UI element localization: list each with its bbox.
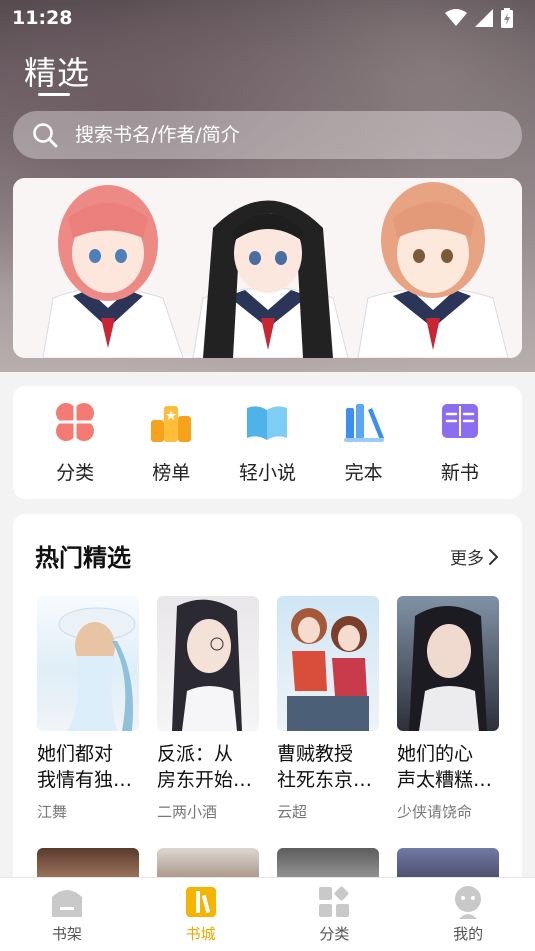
completed-icon (343, 404, 384, 442)
quick-nav-label: 新书 (440, 462, 479, 484)
more-link[interactable]: 更多 (450, 544, 500, 569)
book-title: 她们的心 声太糟糕… (397, 743, 493, 791)
page-title: 精选 (24, 54, 91, 92)
quick-nav-label: 完本 (344, 462, 383, 484)
book-card[interactable]: 她们都对 我情有独… 江舞 (37, 596, 139, 822)
quick-nav-ranking[interactable]: 榜单 (131, 400, 211, 485)
tab-category[interactable]: 分类 (289, 885, 379, 944)
quick-nav-label: 分类 (56, 462, 95, 484)
quick-nav-new-book[interactable]: 新书 (420, 400, 500, 485)
tab-label: 分类 (319, 925, 350, 943)
book-author: 江舞 (37, 803, 68, 821)
book-author: 少侠请饶命 (397, 803, 473, 821)
banner-image[interactable] (13, 178, 522, 358)
tab-profile[interactable]: 我的 (423, 885, 513, 944)
search-input[interactable] (75, 124, 475, 146)
search-bar[interactable] (13, 111, 522, 159)
book-card[interactable]: 反派：从 房东开始… 二两小酒 (157, 596, 259, 822)
bookstore-icon (185, 887, 216, 917)
tab-label: 书架 (51, 925, 82, 943)
ranking-icon (151, 406, 192, 442)
status-bar: 11:28 (0, 0, 535, 36)
tab-bookshelf[interactable]: 书架 (22, 885, 112, 944)
quick-nav-light-novel[interactable]: 轻小说 (227, 400, 307, 485)
quick-nav: 分类 榜单 轻小说 完本 新书 (13, 386, 522, 499)
tab-label: 我的 (453, 925, 484, 943)
quick-nav-label: 榜单 (152, 462, 191, 484)
tab-label: 书城 (185, 925, 216, 943)
title-indicator (38, 93, 70, 96)
tab-bookstore[interactable]: 书城 (156, 885, 246, 944)
status-icons (445, 8, 513, 28)
book-title: 她们都对 我情有独… (37, 743, 133, 791)
wifi-icon (445, 9, 467, 26)
light-novel-icon (247, 406, 288, 440)
new-book-icon (441, 404, 478, 438)
bookshelf-icon (51, 890, 82, 917)
book-cover[interactable] (37, 596, 139, 731)
book-cover[interactable] (277, 596, 379, 731)
banner-illustration (13, 178, 522, 358)
status-time: 11:28 (12, 7, 73, 29)
book-list: 她们都对 我情有独… 江舞 反派：从 房东开始… 二两小酒 曹贼教授 社死东京…… (37, 596, 499, 822)
quick-nav-completed[interactable]: 完本 (324, 400, 404, 485)
search-icon (33, 123, 58, 148)
profile-icon (455, 886, 482, 919)
book-author: 云超 (277, 803, 308, 821)
book-title: 曹贼教授 社死东京… (277, 743, 373, 791)
quick-nav-category[interactable]: 分类 (35, 400, 115, 485)
book-title: 反派：从 房东开始… (157, 743, 253, 791)
book-author: 二两小酒 (157, 803, 218, 821)
battery-icon (501, 8, 513, 28)
section-title: 热门精选 (35, 544, 131, 572)
category-icon (56, 403, 95, 441)
quick-nav-label: 轻小说 (238, 462, 296, 484)
bottom-tab-bar: 书架 书城 分类 我的 (0, 877, 535, 951)
book-card[interactable]: 她们的心 声太糟糕… 少侠请饶命 (397, 596, 499, 822)
more-label: 更多 (450, 549, 484, 569)
book-card[interactable]: 曹贼教授 社死东京… 云超 (277, 596, 379, 822)
book-cover[interactable] (157, 596, 259, 731)
grid-icon (319, 886, 350, 917)
book-cover[interactable] (397, 596, 499, 731)
signal-icon (475, 9, 493, 27)
chevron-right-icon (489, 548, 499, 565)
hot-picks-section: 热门精选 更多 她们都对 我情有独… 江舞 反派：从 房东开始… 二两小酒 曹贼… (13, 514, 522, 894)
